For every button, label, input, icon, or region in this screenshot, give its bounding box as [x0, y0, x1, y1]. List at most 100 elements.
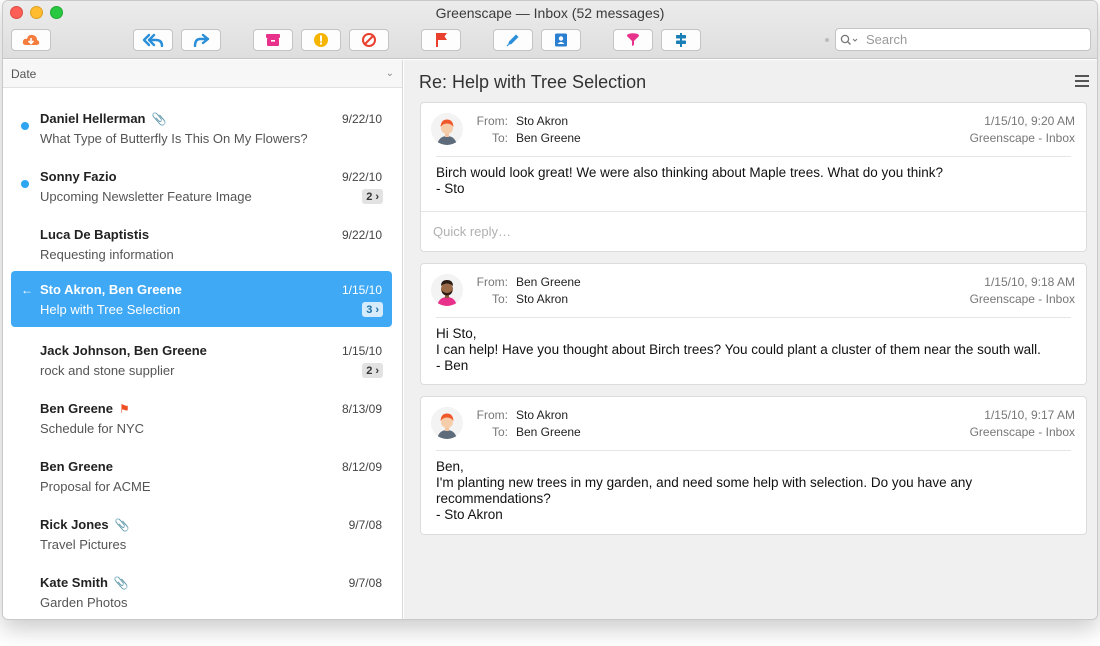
list-item[interactable]: Sonny Fazio Upcoming Newsletter Feature … — [11, 158, 392, 214]
avatar — [431, 407, 463, 439]
contacts-icon — [555, 33, 567, 47]
unread-dot-icon — [21, 180, 29, 188]
block-button[interactable] — [349, 29, 389, 51]
flag-button[interactable] — [421, 29, 461, 51]
paperclip-icon: 📎 — [113, 575, 129, 590]
sort-label: Date — [11, 66, 37, 81]
date: 9/7/08 — [348, 576, 382, 590]
message-card: From: Ben Greene To: Sto Akron 1/15/10, … — [420, 263, 1087, 385]
divider — [436, 156, 1071, 157]
message-card: From: Sto Akron To: Ben Greene 1/15/10, … — [420, 102, 1087, 252]
avatar — [431, 274, 463, 306]
list-item[interactable]: Ben Greene Proposal for ACME 8/12/09 — [11, 448, 392, 504]
sender: Kate Smith 📎 — [40, 575, 129, 590]
thread-count-badge[interactable]: 3 › — [362, 302, 383, 317]
from-label: From: — [476, 408, 508, 422]
archive-button[interactable] — [253, 29, 293, 51]
subject: rock and stone supplier — [40, 363, 175, 378]
message-body: Birch would look great! We were also thi… — [436, 165, 944, 196]
sender: Ben Greene — [40, 459, 113, 474]
message-body: Hi Sto, I can help! Have you thought abo… — [436, 326, 1041, 373]
sender-name: Jack Johnson, Ben Greene — [40, 343, 207, 358]
compose-icon — [506, 34, 519, 47]
subject: Schedule for NYC — [40, 421, 145, 436]
window-title: Greenscape — Inbox (52 messages) — [435, 5, 665, 21]
chevron-right-icon: › — [375, 364, 379, 377]
subject: Travel Pictures — [40, 537, 127, 552]
get-mail-icon — [22, 34, 40, 45]
quick-reply[interactable] — [421, 211, 1086, 251]
subject: What Type of Butterfly Is This On My Flo… — [40, 131, 308, 146]
mailbox-label: Greenscape - Inbox — [969, 292, 1075, 306]
to-label: To: — [491, 131, 508, 145]
from-value[interactable]: Sto Akron — [516, 114, 568, 128]
unread-dot-icon — [21, 122, 29, 130]
list-item[interactable]: Luca De Baptistis Requesting information… — [11, 216, 392, 272]
to-label: To: — [491, 292, 508, 306]
thread-count: 3 — [366, 303, 373, 316]
rules-button[interactable] — [661, 29, 701, 51]
from-value[interactable]: Sto Akron — [516, 408, 568, 422]
search-divider — [825, 38, 829, 42]
list-item[interactable]: Daniel Hellerman 📎 What Type of Butterfl… — [11, 100, 392, 156]
sort-header[interactable]: Date ⌄ — [3, 60, 402, 88]
search-input[interactable] — [866, 32, 1086, 47]
sender: Sto Akron, Ben Greene — [40, 282, 182, 297]
date: 1/15/10 — [341, 283, 382, 297]
get-mail-button[interactable] — [11, 29, 51, 51]
contacts-button[interactable] — [541, 29, 581, 51]
reply-all-button[interactable] — [133, 29, 173, 51]
search-field[interactable] — [835, 28, 1091, 51]
divider — [436, 450, 1071, 451]
flag-icon — [436, 33, 447, 47]
list-item[interactable]: Rick Jones 📎 Travel Pictures 9/7/08 — [11, 506, 392, 562]
rules-icon — [676, 33, 686, 47]
sender-name: Daniel Hellerman — [40, 111, 146, 126]
list-item[interactable]: Jack Johnson, Ben Greene rock and stone … — [11, 332, 392, 388]
replied-arrow-icon: ← — [21, 283, 33, 297]
forward-button[interactable] — [181, 29, 221, 51]
paperclip-icon: 📎 — [114, 517, 130, 532]
list-item[interactable]: Ben Greene ⚑ Schedule for NYC 8/13/09 — [11, 390, 392, 446]
block-icon — [362, 33, 376, 47]
junk-icon — [314, 33, 328, 47]
to-value[interactable]: Sto Akron — [516, 292, 568, 306]
message-body: Ben, I'm planting new trees in my garden… — [436, 459, 973, 522]
message-list: Date ⌄ Daniel Hellerman 📎 What Type of B… — [3, 60, 403, 619]
date: 9/22/10 — [341, 112, 382, 126]
list-item[interactable]: Kate Smith 📎 Garden Photos 9/7/08 — [11, 564, 392, 619]
subject: Upcoming Newsletter Feature Image — [40, 189, 252, 204]
mailbox-label: Greenscape - Inbox — [969, 425, 1075, 439]
to-value[interactable]: Ben Greene — [516, 131, 581, 145]
conversation-title: Re: Help with Tree Selection — [419, 72, 647, 92]
sender: Jack Johnson, Ben Greene — [40, 343, 207, 358]
divider — [436, 317, 1071, 318]
message-card: From: Sto Akron To: Ben Greene 1/15/10, … — [420, 396, 1087, 535]
subject: Proposal for ACME — [40, 479, 151, 494]
quick-reply-input[interactable] — [433, 224, 1033, 239]
to-value[interactable]: Ben Greene — [516, 425, 581, 439]
sender: Sonny Fazio — [40, 169, 117, 184]
junk-button[interactable] — [301, 29, 341, 51]
sender-name: Sto Akron, Ben Greene — [40, 282, 182, 297]
from-value[interactable]: Ben Greene — [516, 275, 581, 289]
paperclip-icon: 📎 — [151, 111, 167, 126]
compose-button[interactable] — [493, 29, 533, 51]
thread-count-badge[interactable]: 2 › — [362, 363, 383, 378]
mailbox-label: Greenscape - Inbox — [969, 131, 1075, 145]
flag-icon: ⚑ — [118, 401, 130, 416]
date: 9/7/08 — [348, 518, 382, 532]
date: 8/12/09 — [341, 460, 382, 474]
list-item-selected[interactable]: ← Sto Akron, Ben Greene Help with Tree S… — [11, 271, 392, 327]
from-label: From: — [476, 114, 508, 128]
thread-count-badge[interactable]: 2 › — [362, 189, 383, 204]
sender: Daniel Hellerman 📎 — [40, 111, 166, 126]
sender-name: Rick Jones — [40, 517, 109, 532]
toolbar: Greenscape — Inbox (52 messages) — [3, 1, 1097, 59]
sender: Luca De Baptistis — [40, 227, 149, 242]
date: 8/13/09 — [341, 402, 382, 416]
hamburger-menu-icon[interactable] — [1075, 75, 1089, 87]
mail-window: Greenscape — Inbox (52 messages) Search … — [2, 0, 1098, 620]
message-datetime: 1/15/10, 9:17 AM — [984, 408, 1075, 422]
filter-button[interactable] — [613, 29, 653, 51]
